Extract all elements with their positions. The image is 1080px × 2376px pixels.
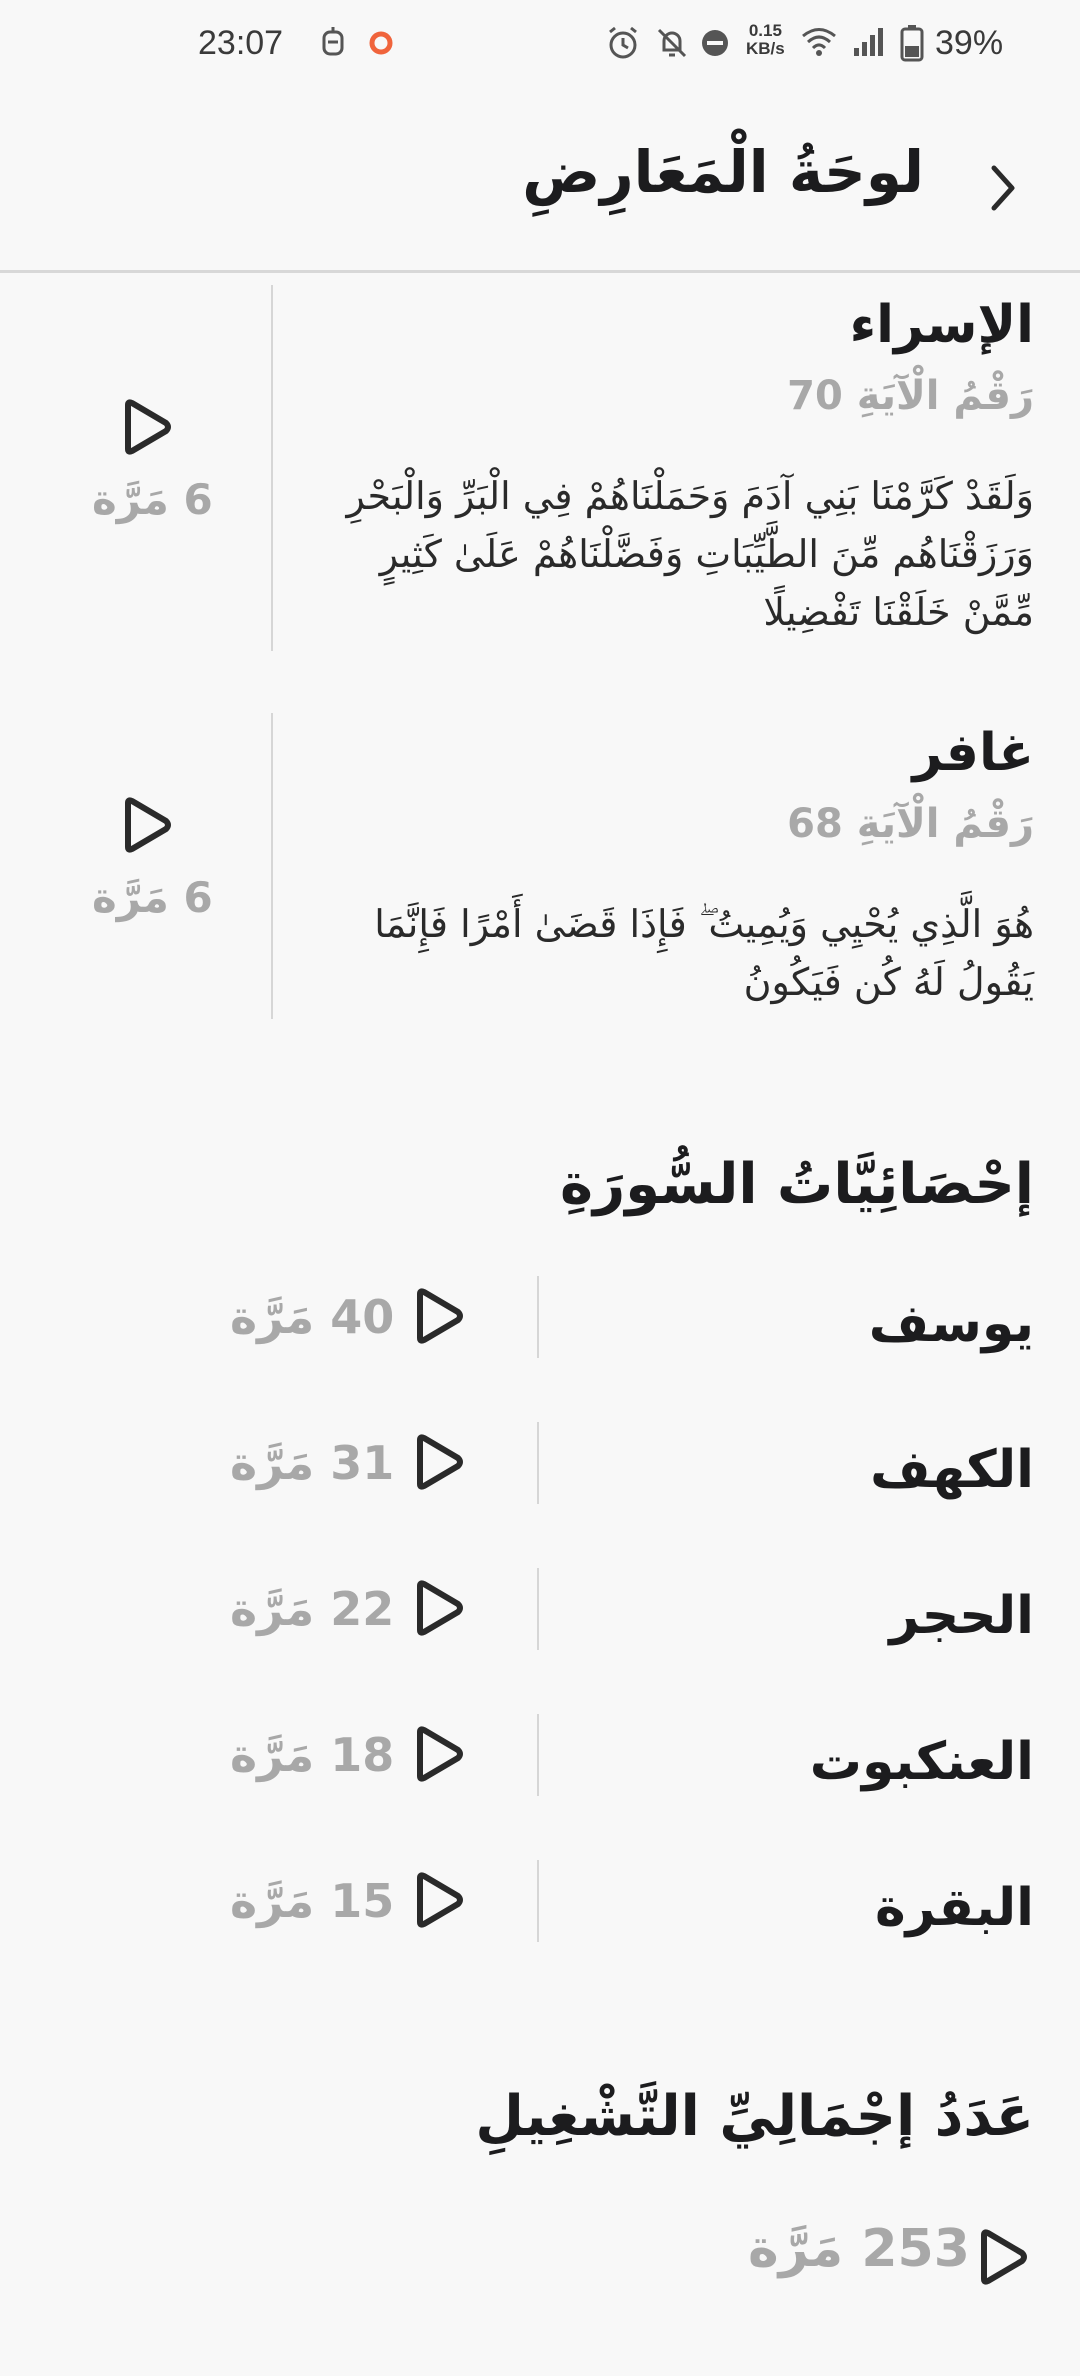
alarm-icon [606,26,640,60]
surah-name: العنكبوت [809,1732,1034,1792]
surah-stat-row[interactable]: يوسف 40 مَرَّة [0,1276,1080,1376]
card-play-count: 6 مَرَّة [92,873,213,922]
surah-stat-row[interactable]: الحجر 22 مَرَّة [0,1568,1080,1668]
surah-play-count: 18 مَرَّة [230,1728,395,1782]
robot-icon [318,26,348,60]
row-divider [537,1714,539,1796]
surah-stat-row[interactable]: العنكبوت 18 مَرَّة [0,1714,1080,1814]
battery-icon [900,24,924,62]
play-icon[interactable] [974,2227,1030,2287]
ayah-card[interactable]: الإسراء رَقْمُ الْآيَةِ 70 وَلَقَدْ كَرَ… [0,285,1080,655]
ayah-card[interactable]: غافر رَقْمُ الْآيَةِ 68 هُوَ الَّذِي يُح… [0,713,1080,1023]
play-icon[interactable] [410,1432,466,1492]
play-icon[interactable] [118,397,174,457]
wifi-icon [800,26,838,58]
card-play-count: 6 مَرَّة [92,475,213,524]
surah-name: البقرة [874,1878,1034,1938]
speed-unit: KB/s [746,39,785,58]
card-surah-name: غافر [912,723,1034,783]
network-speed: 0.15 KB/s [746,22,785,58]
battery-percent: 39% [935,24,1004,62]
speed-value: 0.15 [748,21,782,40]
card-ayah-text: وَلَقَدْ كَرَّمْنَا بَنِي آدَمَ وَحَمَلْ… [346,474,1034,634]
card-ayah-text: هُوَ الَّذِي يُحْيِي وَيُمِيتُ ۖ فَإِذَا… [374,902,1034,1004]
signal-icon [852,26,886,58]
play-icon[interactable] [410,1578,466,1638]
surah-stat-row[interactable]: الكهف 31 مَرَّة [0,1422,1080,1522]
surah-name: الكهف [870,1440,1034,1500]
dnd-icon [700,28,730,58]
page-title: لوحَةُ الْمَعَارِضِ [522,138,924,206]
row-divider [537,1860,539,1942]
total-plays-row[interactable]: 253 مَرَّة [0,2215,1080,2315]
surah-name: الحجر [889,1586,1034,1646]
card-surah-name: الإسراء [849,295,1034,355]
status-bar: 23:07 0.15 KB/s 39% [0,0,1080,90]
total-play-count: 253 مَرَّة [748,2219,970,2279]
recording-dot-icon [368,30,394,56]
surah-play-count: 22 مَرَّة [230,1582,395,1636]
row-divider [537,1568,539,1650]
surah-stats-title: إحْصَائِيَّاتُ السُّورَةِ [559,1152,1034,1217]
gallery-dashboard-screen: 23:07 0.15 KB/s 39% لوحَةُ الْمَعَارِضِ … [0,0,1080,2376]
card-divider [271,285,273,651]
mute-icon [655,26,689,60]
play-icon[interactable] [410,1724,466,1784]
play-icon[interactable] [410,1870,466,1930]
card-ayah-number: رَقْمُ الْآيَةِ 68 [787,801,1034,847]
status-time: 23:07 [198,24,284,62]
chevron-right-icon[interactable] [978,158,1028,218]
card-divider [271,713,273,1019]
surah-stat-row[interactable]: البقرة 15 مَرَّة [0,1860,1080,1960]
total-plays-title: عَدَدُ إجْمَالِيِّ التَّشْغِيلِ [475,2084,1034,2149]
header-divider [0,270,1080,273]
surah-play-count: 31 مَرَّة [230,1436,395,1490]
app-header: لوحَةُ الْمَعَارِضِ [0,120,1080,250]
row-divider [537,1276,539,1358]
surah-play-count: 15 مَرَّة [230,1874,395,1928]
card-ayah-number: رَقْمُ الْآيَةِ 70 [787,373,1034,419]
surah-play-count: 40 مَرَّة [230,1290,395,1344]
surah-name: يوسف [868,1294,1034,1354]
play-icon[interactable] [410,1286,466,1346]
play-icon[interactable] [118,795,174,855]
row-divider [537,1422,539,1504]
